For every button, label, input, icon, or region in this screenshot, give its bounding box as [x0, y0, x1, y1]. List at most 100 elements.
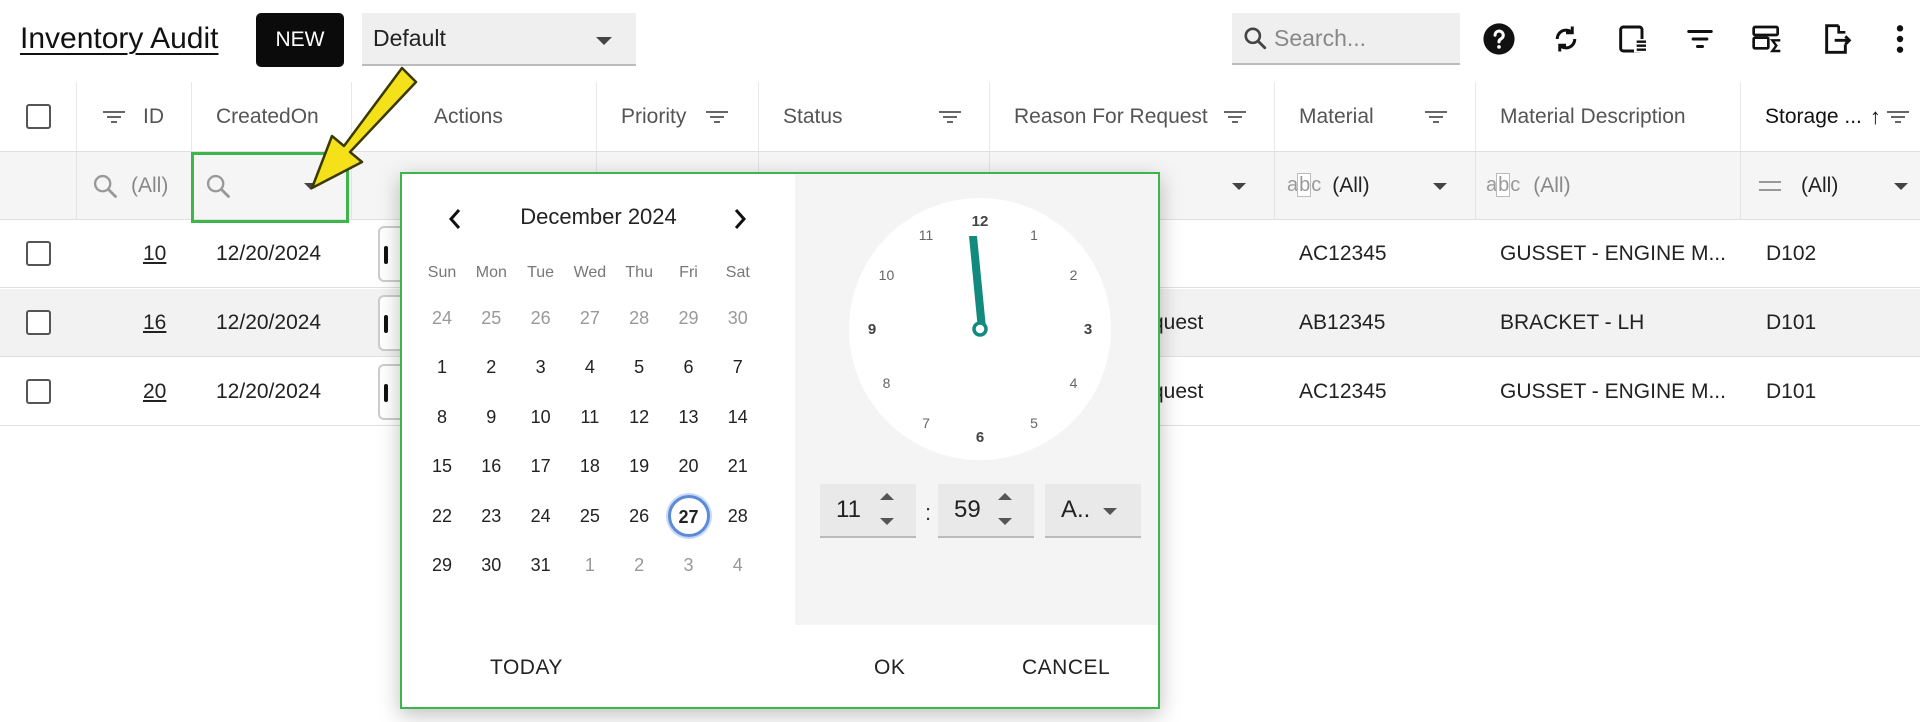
header-reason[interactable]: Reason For Request	[990, 82, 1275, 151]
calendar-day[interactable]: 30	[716, 303, 760, 333]
filter-cell-id[interactable]: (All)	[77, 152, 192, 219]
clock-number[interactable]: 10	[874, 267, 898, 283]
calendar-day[interactable]: 26	[617, 501, 661, 531]
summary-icon[interactable]	[1748, 20, 1786, 58]
calendar-day[interactable]: 31	[519, 550, 563, 580]
clock-number[interactable]: 6	[968, 429, 992, 446]
clock-number[interactable]: 11	[914, 227, 938, 243]
calendar-day[interactable]: 10	[519, 402, 563, 432]
calendar-day[interactable]: 3	[519, 352, 563, 382]
calendar-day[interactable]: 7	[716, 352, 760, 382]
chevron-down-icon[interactable]	[1894, 183, 1908, 190]
calendar-day[interactable]: 22	[420, 501, 464, 531]
calendar-day[interactable]: 4	[568, 352, 612, 382]
calendar-day[interactable]: 20	[667, 451, 711, 481]
more-vert-icon[interactable]	[1883, 20, 1917, 58]
row-action-button[interactable]	[378, 226, 402, 282]
clock-number[interactable]: 2	[1062, 267, 1086, 283]
clock-number[interactable]: 9	[860, 321, 884, 338]
calendar-day[interactable]: 21	[716, 451, 760, 481]
cell-id[interactable]: 20	[143, 358, 191, 425]
calendar-day[interactable]: 4	[716, 550, 760, 580]
row-action-button[interactable]	[378, 364, 402, 420]
today-button[interactable]: TODAY	[490, 656, 563, 680]
calendar-day[interactable]: 9	[469, 402, 513, 432]
calendar-day[interactable]: 18	[568, 451, 612, 481]
header-select-all[interactable]	[0, 82, 77, 151]
search-box[interactable]	[1232, 13, 1460, 65]
header-status[interactable]: Status	[759, 82, 990, 151]
chevron-down-icon[interactable]	[1433, 183, 1447, 190]
header-material-description[interactable]: Material Description	[1476, 82, 1741, 151]
filter-cell-material[interactable]: abc (All)	[1275, 152, 1476, 219]
spin-down-icon[interactable]	[880, 518, 894, 525]
hour-spinner[interactable]: 11	[820, 484, 916, 538]
next-month-button[interactable]	[725, 204, 755, 234]
clock-number[interactable]: 3	[1076, 321, 1100, 338]
refresh-icon[interactable]	[1547, 20, 1585, 58]
spin-up-icon[interactable]	[880, 493, 894, 500]
calendar-day[interactable]: 1	[420, 352, 464, 382]
calendar-day[interactable]: 30	[469, 550, 513, 580]
spin-down-icon[interactable]	[998, 518, 1012, 525]
row-select[interactable]	[0, 220, 77, 287]
spin-up-icon[interactable]	[998, 493, 1012, 500]
calendar-day[interactable]: 28	[617, 303, 661, 333]
row-checkbox[interactable]	[26, 379, 51, 404]
chevron-down-icon[interactable]	[1232, 183, 1246, 190]
filter-cell-storage[interactable]: (All)	[1741, 152, 1920, 219]
calendar-day[interactable]: 11	[568, 402, 612, 432]
id-link[interactable]: 20	[143, 380, 166, 404]
filter-lines-icon[interactable]	[1224, 109, 1246, 125]
row-select[interactable]	[0, 289, 77, 356]
filter-lines-icon[interactable]	[939, 109, 961, 125]
row-select[interactable]	[0, 358, 77, 425]
row-checkbox[interactable]	[26, 241, 51, 266]
calendar-day[interactable]: 24	[420, 303, 464, 333]
cancel-button[interactable]: CANCEL	[1022, 656, 1110, 680]
clock-number[interactable]: 5	[1022, 415, 1046, 431]
calendar-day[interactable]: 15	[420, 451, 464, 481]
export-icon[interactable]	[1817, 20, 1855, 58]
filter-icon[interactable]	[1681, 20, 1719, 58]
header-storage[interactable]: Storage ... ↑	[1741, 82, 1920, 151]
id-link[interactable]: 10	[143, 242, 166, 266]
calendar-day[interactable]: 6	[667, 352, 711, 382]
calendar-day[interactable]: 16	[469, 451, 513, 481]
calendar-day[interactable]: 13	[667, 402, 711, 432]
search-input[interactable]	[1274, 24, 1454, 52]
clock-number[interactable]: 1	[1022, 227, 1046, 243]
id-link[interactable]: 16	[143, 311, 166, 335]
new-button[interactable]: NEW	[256, 13, 344, 67]
calendar-day[interactable]: 2	[469, 352, 513, 382]
calendar-day[interactable]: 3	[667, 550, 711, 580]
filter-cell-material-description[interactable]: abc (All)	[1476, 152, 1741, 219]
column-chooser-icon[interactable]	[1615, 20, 1653, 58]
header-material[interactable]: Material	[1275, 82, 1476, 151]
calendar-day[interactable]: 25	[469, 303, 513, 333]
filter-lines-icon[interactable]	[1425, 109, 1447, 125]
filter-lines-icon[interactable]	[706, 109, 729, 125]
meridiem-select[interactable]: A..	[1045, 484, 1141, 538]
calendar-day[interactable]: 12	[617, 402, 661, 432]
clock-number[interactable]: 12	[968, 213, 992, 230]
view-select[interactable]: Default	[362, 13, 636, 66]
clock-number[interactable]: 4	[1062, 375, 1086, 391]
clock-number[interactable]: 8	[874, 375, 898, 391]
calendar-day[interactable]: 8	[420, 402, 464, 432]
calendar-day[interactable]: 27	[568, 303, 612, 333]
calendar-day[interactable]: 29	[667, 303, 711, 333]
row-checkbox[interactable]	[26, 310, 51, 335]
analog-clock[interactable]: 12 1 2 3 4 5 6 7 8 9 10 11	[849, 198, 1111, 460]
header-priority[interactable]: Priority	[597, 82, 759, 151]
calendar-day[interactable]: 14	[716, 402, 760, 432]
calendar-day[interactable]: 19	[617, 451, 661, 481]
calendar-day[interactable]: 29	[420, 550, 464, 580]
calendar-day[interactable]: 25	[568, 501, 612, 531]
filter-lines-icon[interactable]	[103, 109, 125, 125]
select-all-checkbox[interactable]	[25, 104, 51, 129]
calendar-day[interactable]: 2	[617, 550, 661, 580]
clock-number[interactable]: 7	[914, 415, 938, 431]
calendar-day[interactable]: 28	[716, 501, 760, 531]
help-icon[interactable]	[1480, 20, 1518, 58]
